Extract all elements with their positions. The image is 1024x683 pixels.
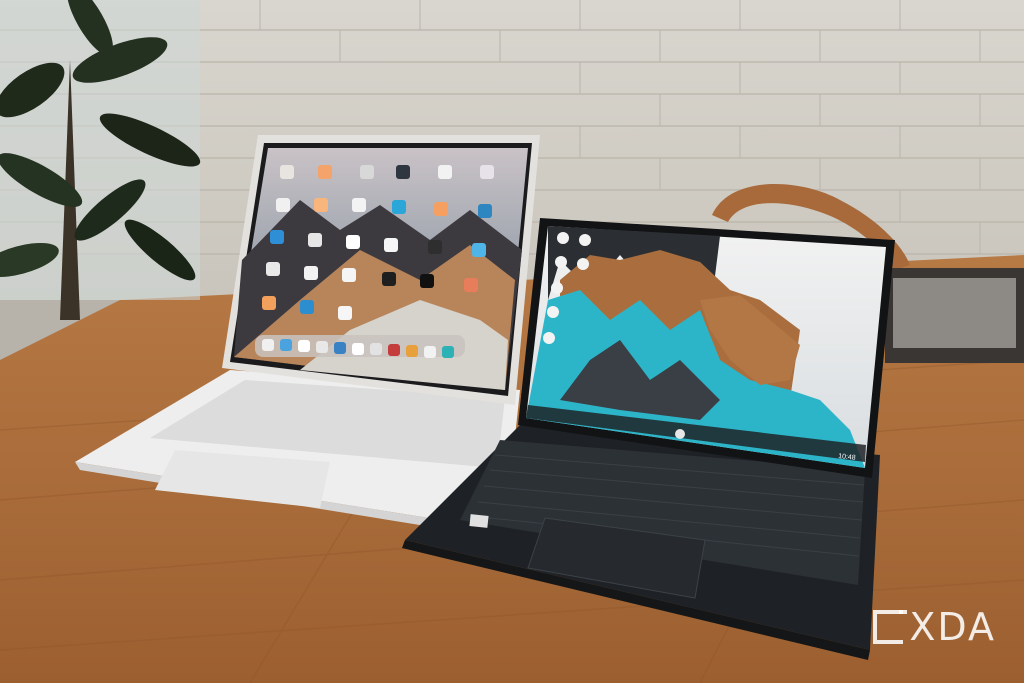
xda-logo-icon: [873, 610, 908, 644]
xda-watermark: XDA: [873, 605, 996, 649]
potted-plant: [0, 0, 201, 320]
ipad-tablet: [222, 135, 540, 405]
watermark-text: XDA: [909, 605, 996, 649]
ipad-dock: [255, 335, 465, 358]
photo-scene: 10:48: [0, 0, 1024, 683]
background-monitor: [885, 268, 1024, 363]
